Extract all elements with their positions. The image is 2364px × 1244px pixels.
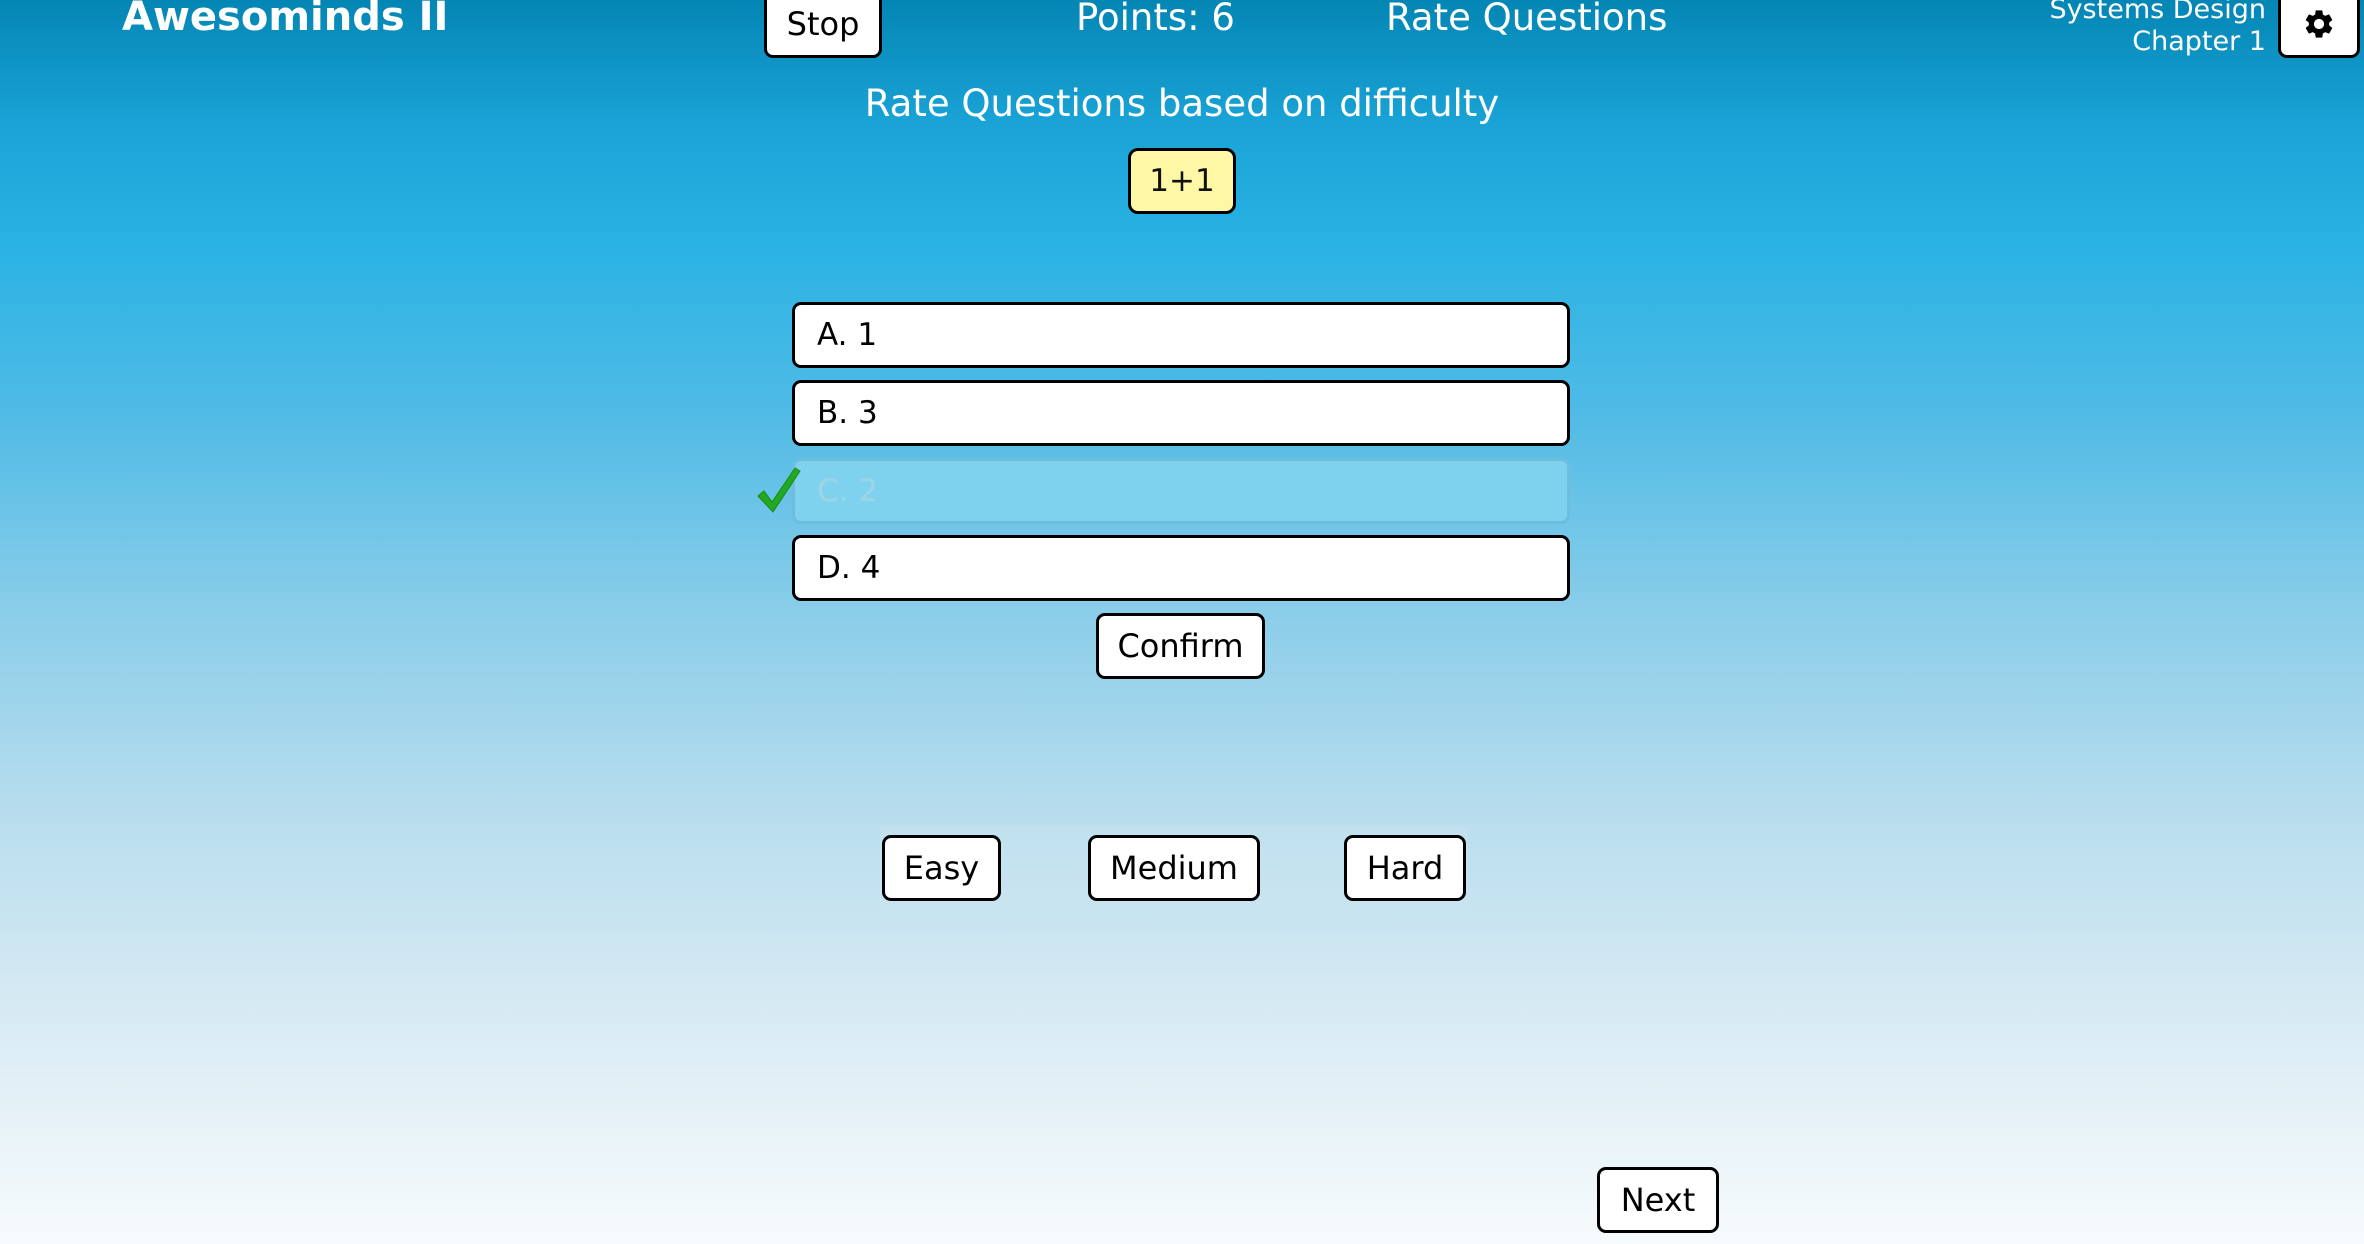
answer-option-a[interactable]: A. 1 <box>792 302 1570 368</box>
next-button[interactable]: Next <box>1597 1167 1719 1233</box>
medium-button[interactable]: Medium <box>1088 835 1260 901</box>
instruction-text: Rate Questions based on difficulty <box>864 82 1500 125</box>
answer-option-d[interactable]: D. 4 <box>792 535 1570 601</box>
easy-button[interactable]: Easy <box>882 835 1001 901</box>
course-info: Systems Design Chapter 1 <box>1990 0 2266 58</box>
answer-option-b[interactable]: B. 3 <box>792 380 1570 446</box>
question-text: 1+1 <box>1128 148 1236 214</box>
chapter-name: Chapter 1 <box>2132 26 2266 57</box>
checkmark-icon <box>757 467 801 513</box>
points-counter: Points: 6 <box>1076 0 1235 39</box>
mode-title: Rate Questions <box>1386 0 1668 39</box>
confirm-button[interactable]: Confirm <box>1096 613 1265 679</box>
course-name: Systems Design <box>2049 0 2266 25</box>
gear-icon <box>2305 10 2333 38</box>
settings-button[interactable] <box>2278 0 2360 58</box>
stop-button[interactable]: Stop <box>764 0 882 58</box>
hard-button[interactable]: Hard <box>1344 835 1466 901</box>
app-title: Awesominds II <box>122 0 449 40</box>
answer-option-c[interactable]: C. 2 <box>792 458 1570 524</box>
